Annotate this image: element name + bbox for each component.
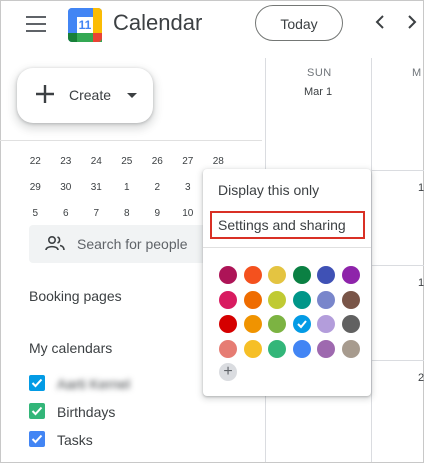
color-swatch[interactable] [219, 290, 237, 309]
mini-calendar-week: 29 30 31 1 2 3 4 [20, 180, 234, 206]
my-calendars-title[interactable]: My calendars [29, 340, 112, 356]
color-swatch[interactable] [219, 266, 237, 284]
mini-calendar: 22 23 24 25 26 27 28 29 30 31 1 2 3 4 5 … [20, 154, 234, 232]
mini-day[interactable]: 3 [173, 180, 204, 206]
people-icon [45, 235, 65, 251]
color-swatch[interactable] [317, 339, 335, 358]
color-swatch[interactable] [219, 339, 237, 358]
prev-chevron-icon[interactable] [375, 15, 385, 34]
add-custom-color-icon[interactable]: + [219, 363, 237, 381]
check-icon [31, 378, 43, 388]
color-swatch[interactable] [317, 315, 335, 333]
mini-day[interactable]: 26 [142, 154, 173, 180]
mini-day[interactable]: 22 [20, 154, 51, 180]
check-icon [31, 434, 43, 444]
color-swatch[interactable] [268, 339, 286, 358]
color-swatch[interactable] [292, 315, 311, 333]
color-swatch[interactable] [341, 290, 360, 309]
mini-day[interactable]: 24 [81, 154, 112, 180]
color-swatch[interactable] [268, 266, 286, 284]
mini-day[interactable]: 31 [81, 180, 112, 206]
checkbox[interactable] [29, 375, 45, 391]
checkbox[interactable] [29, 403, 45, 419]
next-day-of-week-label: M [412, 67, 422, 79]
highlight-box [210, 211, 365, 239]
mini-day[interactable]: 29 [20, 180, 51, 206]
color-swatch[interactable] [268, 315, 286, 333]
mini-day[interactable]: 1 [112, 180, 143, 206]
grid-line [372, 360, 424, 361]
cell-date-label[interactable]: 1 [418, 277, 424, 289]
divider [0, 140, 262, 141]
calendar-item-label: Birthdays [57, 404, 116, 420]
color-swatch[interactable] [292, 266, 311, 284]
create-button[interactable]: Create [17, 68, 153, 123]
mini-day[interactable]: 23 [51, 154, 82, 180]
color-swatch[interactable] [341, 315, 360, 333]
color-swatch[interactable] [292, 290, 311, 309]
menu-item-display-this-only[interactable]: Display this only [203, 174, 371, 206]
calendar-item-label: Tasks [57, 432, 93, 448]
day-date-label[interactable]: Mar 1 [304, 86, 332, 98]
grid-line [371, 58, 372, 462]
color-swatch[interactable] [243, 339, 262, 358]
app-title: Calendar [113, 10, 203, 35]
today-button[interactable]: Today [255, 5, 343, 41]
divider [203, 247, 371, 248]
color-swatch[interactable] [243, 266, 262, 284]
mini-day[interactable]: 2 [142, 180, 173, 206]
day-of-week-label: SUN [307, 67, 332, 79]
logo-day-number: 11 [77, 17, 93, 33]
main-menu-icon[interactable] [26, 16, 46, 32]
color-swatch[interactable] [317, 266, 335, 284]
create-label: Create [69, 87, 112, 103]
color-swatch[interactable] [317, 290, 335, 309]
calendar-options-menu: Display this only Settings and sharing + [203, 169, 371, 396]
color-swatch[interactable] [243, 290, 262, 309]
color-swatch[interactable] [341, 266, 360, 284]
mini-day[interactable]: 27 [173, 154, 204, 180]
calendar-item-label: Aarti Kernel [57, 376, 131, 392]
search-people-placeholder: Search for people [77, 236, 188, 252]
grid-line [372, 265, 424, 266]
mini-calendar-week: 22 23 24 25 26 27 28 [20, 154, 234, 180]
menu-item-label: Display this only [218, 182, 320, 198]
mini-day[interactable]: 25 [112, 154, 143, 180]
booking-pages-label[interactable]: Booking pages [29, 288, 122, 304]
grid-line [372, 170, 424, 171]
caret-down-icon [127, 93, 137, 98]
calendar-logo[interactable]: 11 [68, 8, 102, 42]
check-icon [31, 406, 43, 416]
checkbox[interactable] [29, 431, 45, 447]
plus-icon [36, 85, 54, 103]
mini-day[interactable]: 30 [51, 180, 82, 206]
color-swatch[interactable] [341, 339, 360, 358]
color-swatch[interactable] [268, 290, 286, 309]
color-swatch[interactable] [243, 315, 262, 333]
cell-date-label[interactable]: 1 [418, 182, 424, 194]
color-swatch[interactable] [219, 315, 237, 333]
color-swatch[interactable] [292, 339, 311, 358]
check-icon [296, 320, 307, 329]
next-chevron-icon[interactable] [407, 15, 417, 34]
search-people-input[interactable]: Search for people [29, 225, 229, 263]
cell-date-label[interactable]: 2 [418, 372, 424, 384]
